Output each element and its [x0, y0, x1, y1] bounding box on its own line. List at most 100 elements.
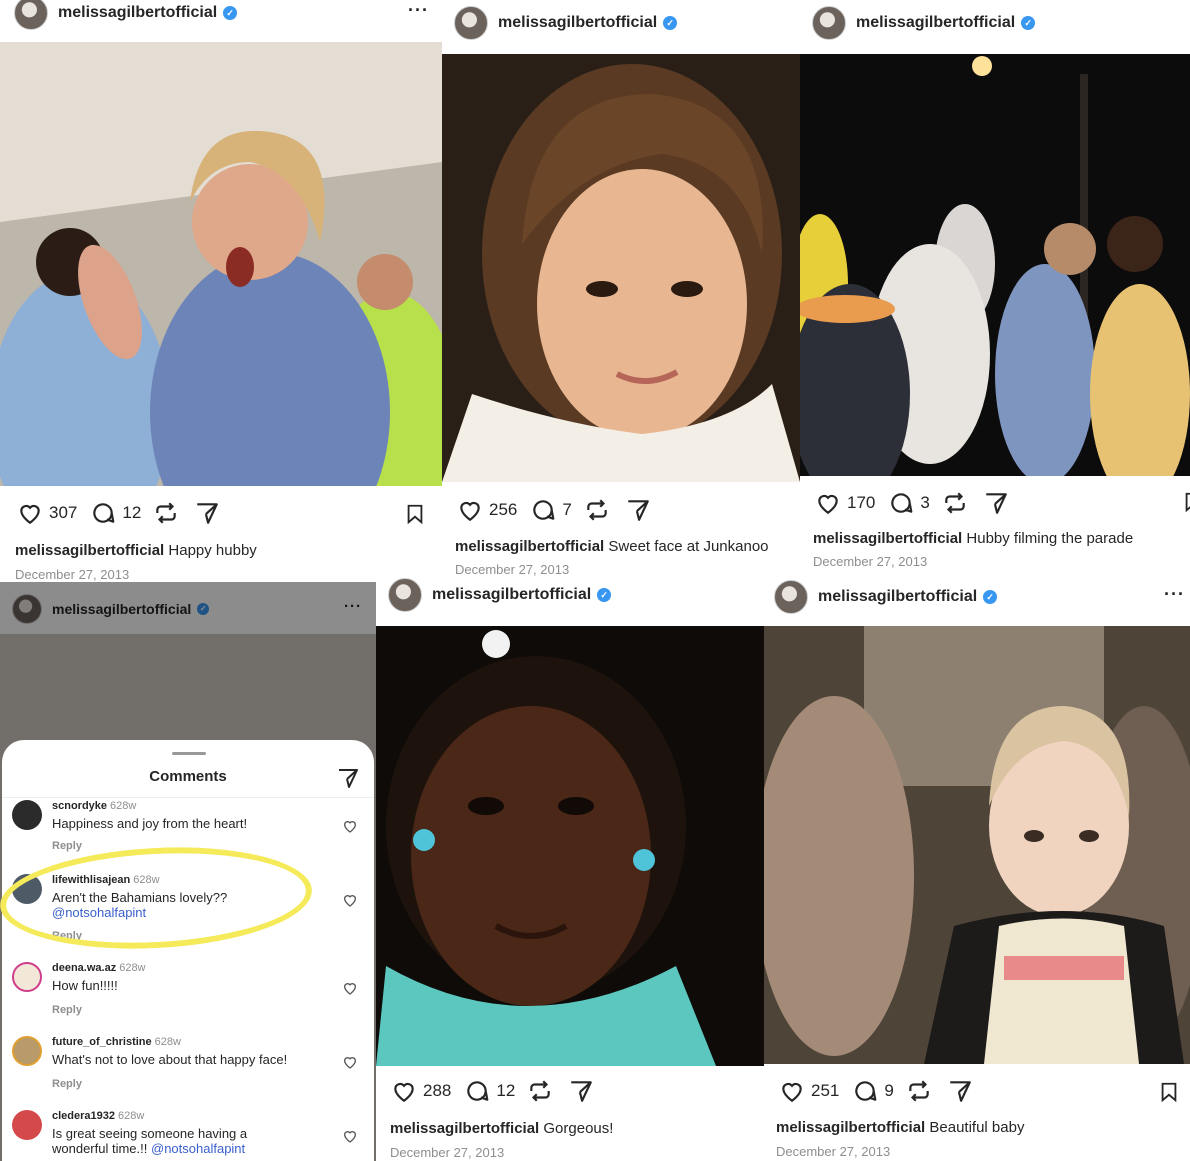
reply-button[interactable]: Reply — [52, 1004, 82, 1016]
comment-age: 628w — [110, 800, 137, 812]
post-photo[interactable] — [800, 54, 1190, 476]
bookmark-icon[interactable] — [1182, 490, 1190, 514]
bookmark-icon[interactable] — [1158, 1080, 1180, 1104]
heart-icon[interactable] — [390, 1078, 418, 1104]
avatar[interactable] — [774, 580, 808, 614]
username[interactable]: melissagilbertofficial — [432, 586, 591, 604]
caption-username[interactable]: melissagilbertofficial — [813, 530, 962, 547]
caption-username[interactable]: melissagilbertofficial — [390, 1120, 539, 1137]
share-icon[interactable] — [193, 500, 221, 526]
comment-user[interactable]: cledera1932 — [52, 1110, 115, 1122]
more-icon[interactable]: ··· — [1164, 584, 1185, 605]
repost-icon[interactable] — [584, 497, 610, 523]
share-icon[interactable] — [567, 1078, 595, 1104]
like-count: 251 — [811, 1081, 840, 1100]
caption-text: Sweet face at Junkanoo — [608, 538, 769, 555]
post-beautiful-baby: melissagilbertofficial ✓ ··· 251 9 melis… — [764, 578, 1190, 1161]
avatar[interactable] — [388, 578, 422, 612]
mention-link[interactable]: @notsohalfapint — [151, 1141, 245, 1156]
like-count: 288 — [423, 1081, 452, 1100]
post-gorgeous: melissagilbertofficial ✓ 288 12 melissag… — [376, 578, 764, 1161]
caption-username[interactable]: melissagilbertofficial — [776, 1119, 925, 1136]
comment-user[interactable]: future_of_christine — [52, 1036, 152, 1048]
verified-icon: ✓ — [983, 590, 998, 604]
share-icon[interactable] — [946, 1078, 974, 1104]
comment-age: 628w — [118, 1110, 145, 1122]
like-count: 170 — [847, 493, 876, 512]
comment-username[interactable]: cledera1932 628w — [52, 1110, 144, 1122]
username[interactable]: melissagilbertofficial — [58, 4, 217, 22]
comment-username[interactable]: future_of_christine 628w — [52, 1036, 181, 1048]
comment-count: 9 — [884, 1081, 894, 1100]
comment-text: Happiness and joy from the heart! — [52, 816, 248, 831]
comment-icon[interactable] — [463, 1078, 491, 1104]
reply-button[interactable]: Reply — [52, 1078, 82, 1090]
sheet-grabber[interactable] — [172, 752, 206, 755]
comment-text: Is great seeing someone having a wonderf… — [52, 1126, 282, 1156]
heart-icon[interactable] — [342, 1054, 358, 1070]
comment-icon[interactable] — [89, 500, 117, 526]
verified-icon: ✓ — [663, 16, 678, 30]
share-icon[interactable] — [624, 497, 652, 523]
caption-username[interactable]: melissagilbertofficial — [455, 538, 604, 555]
post-caption: melissagilbertofficial Happy hubby — [15, 542, 257, 559]
comment-username[interactable]: deena.wa.az 628w — [52, 962, 146, 974]
heart-icon[interactable] — [778, 1078, 806, 1104]
heart-icon[interactable] — [456, 497, 484, 523]
comment-username[interactable]: scnordyke 628w — [52, 800, 136, 812]
comment-icon[interactable] — [529, 497, 557, 523]
comment-user[interactable]: scnordyke — [52, 800, 107, 812]
more-icon[interactable]: ··· — [408, 0, 429, 21]
post-actions: 288 12 — [390, 1078, 595, 1104]
avatar[interactable] — [12, 1110, 42, 1140]
username[interactable]: melissagilbertofficial — [856, 14, 1015, 32]
share-icon[interactable] — [336, 766, 360, 790]
share-icon[interactable] — [982, 490, 1010, 516]
post-caption: melissagilbertofficial Sweet face at Jun… — [455, 538, 769, 555]
comment-age: 628w — [154, 1036, 181, 1048]
heart-icon[interactable] — [342, 818, 358, 834]
post-actions: 307 12 — [16, 500, 221, 526]
post-photo[interactable] — [0, 42, 442, 486]
post-header: melissagilbertofficial ✓ — [454, 6, 678, 40]
post-date: December 27, 2013 — [455, 562, 570, 577]
avatar[interactable] — [14, 0, 48, 30]
comment-age: 628w — [119, 962, 146, 974]
like-count: 307 — [49, 503, 78, 522]
repost-icon[interactable] — [153, 500, 179, 526]
heart-icon[interactable] — [16, 500, 44, 526]
comment-icon[interactable] — [887, 490, 915, 516]
heart-icon[interactable] — [342, 892, 358, 908]
avatar[interactable] — [12, 1036, 42, 1066]
avatar[interactable] — [12, 800, 42, 830]
heart-icon[interactable] — [342, 1128, 358, 1144]
comment-text: What's not to love about that happy face… — [52, 1052, 288, 1067]
post-header: melissagilbertofficial ✓ — [388, 578, 612, 612]
post-photo[interactable] — [442, 54, 800, 482]
post-actions: 251 9 — [778, 1078, 974, 1104]
username[interactable]: melissagilbertofficial — [498, 14, 657, 32]
repost-icon[interactable] — [527, 1078, 553, 1104]
repost-icon[interactable] — [942, 490, 968, 516]
post-sweet-face: melissagilbertofficial ✓ 256 7 melissagi… — [442, 0, 800, 582]
avatar[interactable] — [454, 6, 488, 40]
username[interactable]: melissagilbertofficial — [818, 588, 977, 606]
bookmark-icon[interactable] — [404, 502, 426, 526]
comment-text: How fun!!!!! — [52, 978, 118, 993]
heart-icon[interactable] — [342, 980, 358, 996]
post-photo[interactable] — [764, 626, 1190, 1064]
post-photo[interactable] — [376, 626, 764, 1066]
post-caption: melissagilbertofficial Gorgeous! — [390, 1120, 613, 1137]
post-actions: 256 7 — [456, 497, 652, 523]
post-actions: 170 3 — [814, 490, 1010, 516]
comment-user[interactable]: deena.wa.az — [52, 962, 116, 974]
heart-icon[interactable] — [814, 490, 842, 516]
caption-username[interactable]: melissagilbertofficial — [15, 542, 164, 559]
reply-button[interactable]: Reply — [52, 840, 82, 852]
avatar[interactable] — [812, 6, 846, 40]
post-date: December 27, 2013 — [776, 1144, 891, 1159]
avatar[interactable] — [12, 962, 42, 992]
divider — [2, 797, 374, 798]
comment-icon[interactable] — [851, 1078, 879, 1104]
repost-icon[interactable] — [906, 1078, 932, 1104]
